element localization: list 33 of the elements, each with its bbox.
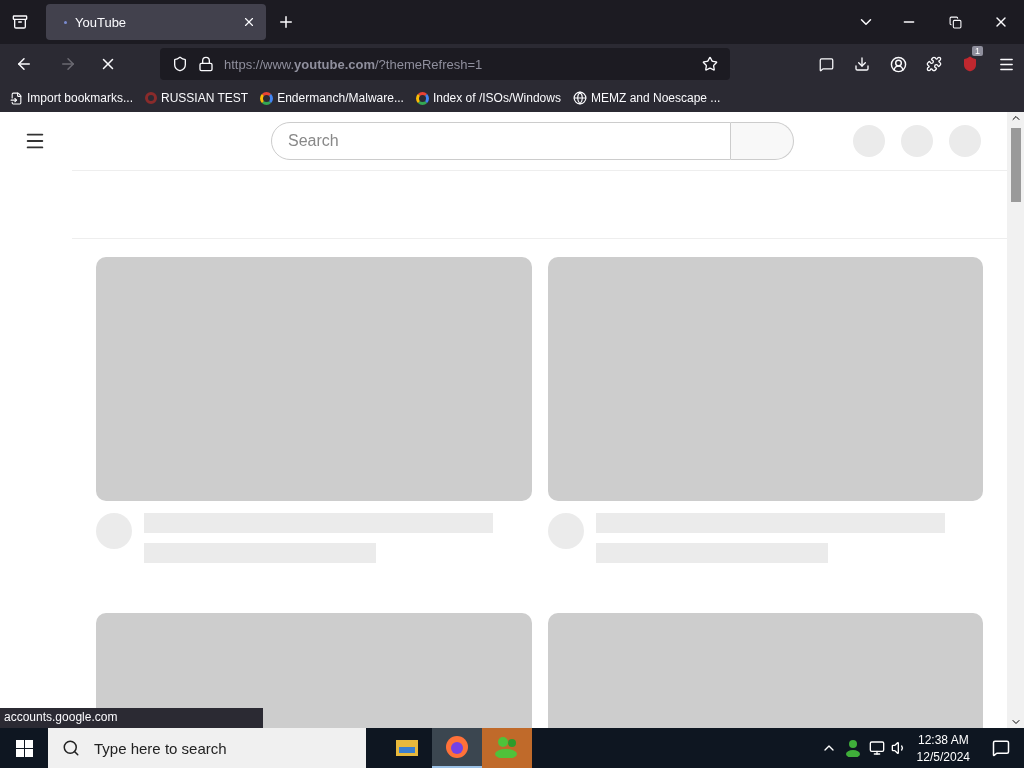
taskbar-search-box[interactable]: Type here to search [48, 728, 366, 768]
scroll-thumb[interactable] [1010, 128, 1021, 202]
taskbar-app[interactable] [432, 728, 482, 768]
bookmark-item[interactable]: MEMZ and Noescape ... [572, 91, 721, 105]
star-icon[interactable] [702, 56, 718, 72]
shield-extension-icon[interactable] [962, 56, 978, 72]
browser-tab[interactable]: YouTube [46, 4, 266, 40]
people-icon [494, 736, 520, 758]
lock-icon[interactable] [198, 56, 214, 72]
firefox-icon [445, 735, 469, 759]
search-icon[interactable] [62, 739, 80, 757]
import-icon [10, 91, 23, 105]
clock[interactable]: 12:38 AM 12/5/2024 [906, 732, 980, 764]
g-icon [415, 91, 429, 105]
close-icon[interactable] [242, 15, 256, 29]
url-text: https://www.youtube.com/?themeRefresh=1 [224, 56, 484, 72]
bookmark-item[interactable]: Index of /ISOs/Windows [415, 91, 561, 105]
globe-icon [572, 91, 587, 105]
scrollbar[interactable] [1007, 112, 1024, 728]
person-icon[interactable] [844, 739, 861, 757]
taskbar-search-field[interactable]: Type here to search [92, 738, 352, 758]
search-field[interactable]: Search [271, 122, 731, 160]
address-bar[interactable]: https://www.youtube.com/?themeRefresh=1 [160, 48, 730, 80]
shield-icon[interactable] [172, 56, 188, 72]
bookmark-item[interactable]: RUSSIAN TEST [145, 91, 249, 105]
bookmark-item[interactable]: Import bookmarks... [10, 91, 134, 105]
notification-icon[interactable] [992, 739, 1010, 757]
g-icon [260, 91, 274, 105]
badge-count: 1 [972, 46, 983, 56]
ring-icon [145, 92, 158, 104]
network-icon[interactable] [868, 740, 885, 756]
folder-icon [396, 738, 418, 756]
bookmark-item[interactable]: Endermanch/Malware... [260, 91, 404, 105]
